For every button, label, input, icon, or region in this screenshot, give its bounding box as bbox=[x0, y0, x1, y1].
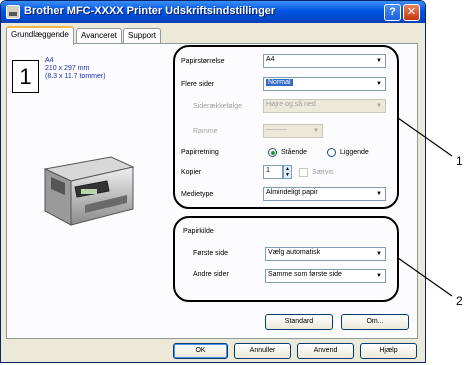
tab-grundlaeggende[interactable]: Grundlæggende bbox=[6, 26, 74, 45]
callout-number-2: 2 bbox=[456, 294, 463, 308]
callout-line-2 bbox=[397, 257, 453, 297]
callout-lines bbox=[397, 117, 453, 297]
callout-line-1 bbox=[397, 117, 453, 157]
callout-number-1: 1 bbox=[456, 154, 463, 168]
